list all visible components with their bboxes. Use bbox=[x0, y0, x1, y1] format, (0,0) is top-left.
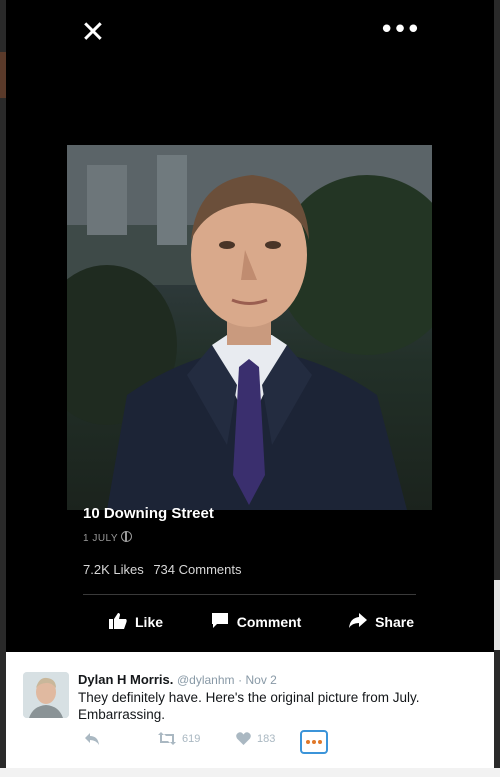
post-date-text: 1 JULY bbox=[83, 533, 119, 544]
share-button[interactable]: Share bbox=[349, 613, 414, 631]
share-label: Share bbox=[375, 614, 414, 630]
retweet-icon bbox=[158, 732, 176, 745]
reply-button[interactable] bbox=[84, 732, 106, 746]
avatar[interactable] bbox=[23, 672, 69, 718]
tweet-text: They definitely have. Here's the origina… bbox=[78, 690, 420, 722]
retweet-button[interactable]: 619 bbox=[158, 732, 200, 745]
more-options-button[interactable]: ••• bbox=[379, 17, 421, 48]
tweet-timestamp[interactable]: · Nov 2 bbox=[238, 673, 277, 687]
page-bottom-bar bbox=[0, 768, 500, 777]
globe-icon bbox=[121, 531, 133, 542]
heart-icon bbox=[236, 732, 251, 745]
post-actions: Like Comment Share bbox=[83, 605, 416, 639]
tweet-more-button[interactable] bbox=[300, 730, 328, 754]
photo-viewer: ✕ ••• 10 Downing Street 1 JULY 7.2K Like… bbox=[6, 0, 494, 652]
retweet-count: 619 bbox=[182, 732, 201, 745]
more-dots-icon bbox=[305, 740, 323, 744]
tweet-card: Dylan H Morris. @dylanhm · Nov 2 They de… bbox=[6, 652, 494, 768]
like-tweet-button[interactable]: 183 bbox=[236, 732, 275, 745]
portrait-image bbox=[67, 145, 432, 510]
likes-count[interactable]: 7.2K Likes bbox=[83, 562, 144, 577]
tweet-like-count: 183 bbox=[257, 732, 276, 745]
backdrop-strip bbox=[494, 580, 500, 650]
comment-icon bbox=[211, 612, 229, 632]
tweet-author-name[interactable]: Dylan H Morris. bbox=[78, 672, 173, 687]
post-stats: 7.2K Likes 734 Comments bbox=[83, 562, 241, 577]
comment-button[interactable]: Comment bbox=[211, 612, 302, 632]
reply-icon bbox=[85, 733, 99, 745]
post-title[interactable]: 10 Downing Street bbox=[83, 505, 214, 522]
like-button[interactable]: Like bbox=[109, 612, 164, 632]
tweet-header: Dylan H Morris. @dylanhm · Nov 2 bbox=[78, 672, 277, 687]
more-horizontal-icon: ••• bbox=[379, 15, 421, 45]
tweet-author-handle[interactable]: @dylanhm bbox=[177, 673, 235, 687]
divider bbox=[83, 594, 416, 595]
close-button[interactable]: ✕ bbox=[78, 18, 108, 48]
thumbs-up-icon bbox=[109, 612, 127, 632]
tweet-actions: 619 183 bbox=[78, 730, 408, 754]
backdrop-right-edge bbox=[494, 0, 500, 777]
post-date: 1 JULY bbox=[83, 531, 133, 544]
comment-label: Comment bbox=[236, 614, 302, 630]
like-label: Like bbox=[135, 614, 164, 630]
share-arrow-icon bbox=[349, 613, 368, 631]
close-icon: ✕ bbox=[80, 15, 106, 50]
comments-count[interactable]: 734 Comments bbox=[153, 562, 241, 577]
post-photo[interactable] bbox=[67, 145, 432, 510]
